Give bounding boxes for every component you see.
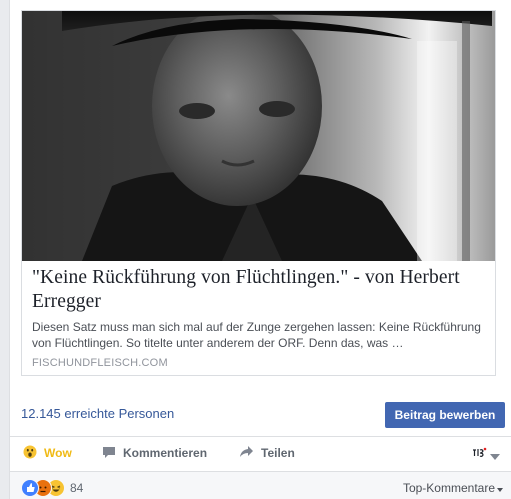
action-bar: Wow Kommentieren Teilen [10,437,511,469]
sort-label: Top-Kommentare [402,481,495,495]
link-domain: FISCHUNDFLEISCH.COM [32,357,168,369]
link-title[interactable]: "Keine Rückführung von Flüchtlingen." - … [32,266,485,314]
share-button[interactable]: Teilen [239,437,295,469]
wow-icon [23,445,37,462]
reactions-footer: 84 Top-Kommentare [10,472,511,499]
link-text-block: "Keine Rückführung von Flüchtlingen." - … [32,266,485,369]
audience-selector[interactable] [471,446,500,465]
reach-link[interactable]: 12.145 erreichte Personen [21,406,174,421]
page-avatar-icon [471,446,487,465]
post-card: "Keine Rückführung von Flüchtlingen." - … [9,0,511,499]
link-preview[interactable]: "Keine Rückführung von Flüchtlingen." - … [21,10,496,376]
reach-row: 12.145 erreichte Personen Beitrag bewerb… [10,394,511,432]
wow-label: Wow [44,446,72,460]
boost-post-button[interactable]: Beitrag bewerben [385,402,505,428]
portrait-photo [22,11,495,261]
link-preview-image[interactable] [22,11,495,261]
comment-button[interactable]: Kommentieren [102,437,207,469]
comment-label: Kommentieren [123,446,208,460]
comment-sort-dropdown[interactable]: Top-Kommentare [403,481,503,495]
share-label: Teilen [261,446,295,460]
chevron-down-icon [490,447,500,465]
chevron-down-icon [497,481,503,495]
wow-reaction-button[interactable]: Wow [23,437,72,469]
reaction-count: 84 [70,481,84,495]
comment-icon [102,445,116,462]
share-icon [239,445,254,461]
reactions-summary[interactable]: 84 [21,479,83,497]
like-reaction-icon [21,479,39,497]
link-description: Diesen Satz muss man sich mal auf der Zu… [32,320,481,350]
